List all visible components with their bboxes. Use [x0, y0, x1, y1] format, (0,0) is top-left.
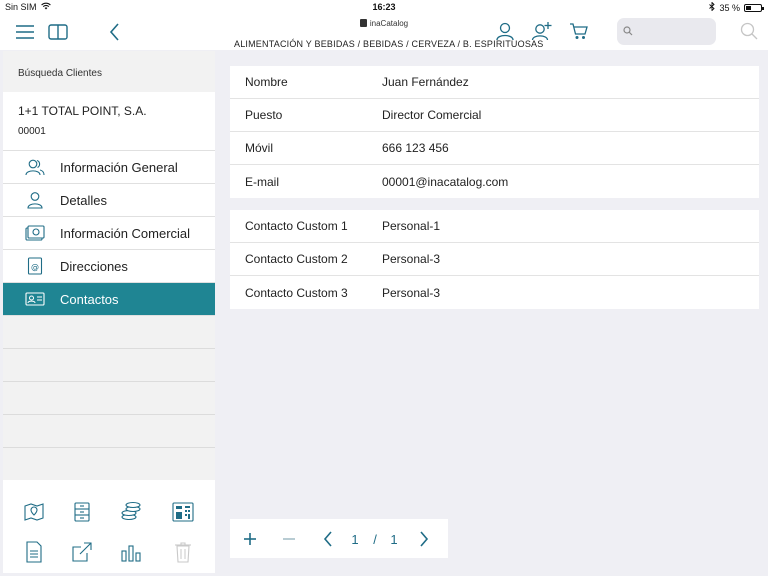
contact-details-card: Nombre Juan Fernández Puesto Director Co…	[230, 66, 759, 198]
sidebar-item-label: Información Comercial	[60, 225, 191, 241]
bluetooth-icon	[709, 1, 716, 13]
field-label: Nombre	[245, 75, 288, 89]
battery-icon	[744, 3, 764, 12]
page-separator: /	[373, 531, 377, 547]
user-icon[interactable]	[494, 20, 516, 42]
sidebar-item-detalles[interactable]: Detalles	[3, 184, 215, 217]
cart-icon[interactable]	[568, 20, 590, 42]
current-page: 1	[351, 531, 359, 547]
field-row-nombre: Nombre Juan Fernández	[230, 66, 759, 99]
sidebar-item-label: Direcciones	[60, 258, 128, 274]
total-pages: 1	[390, 531, 398, 547]
previous-page-icon[interactable]	[319, 529, 337, 549]
sidebar-toolbar	[3, 480, 215, 573]
sidebar-item-informacion-comercial[interactable]: Información Comercial	[3, 217, 215, 250]
search-icon[interactable]	[739, 21, 759, 41]
field-value[interactable]: 00001@inacatalog.com	[382, 175, 759, 189]
person-icon	[25, 190, 45, 210]
users-icon	[25, 157, 45, 177]
money-icon	[25, 223, 45, 243]
custom-row: Contacto Custom 1 Personal-1	[230, 210, 759, 243]
add-user-icon[interactable]	[530, 20, 554, 42]
empty-row	[3, 415, 215, 448]
empty-row	[3, 316, 215, 349]
clock: 16:23	[372, 2, 396, 12]
field-label: Puesto	[245, 108, 283, 122]
field-label: E-mail	[245, 174, 280, 189]
export-icon[interactable]	[70, 540, 94, 564]
battery-label: 35 %	[719, 2, 740, 13]
search-box[interactable]	[617, 18, 717, 45]
custom-row: Contacto Custom 2 Personal-3	[230, 243, 759, 276]
svg-text:@: @	[31, 263, 39, 272]
sidebar-item-contactos[interactable]: Contactos	[3, 283, 215, 316]
status-bar: Sin SIM 16:23 35 %	[0, 0, 768, 14]
field-label: Contacto Custom 2	[245, 252, 348, 266]
field-value: Personal-3	[382, 285, 441, 300]
map-icon[interactable]	[22, 500, 46, 524]
sidebar-item-label: Información General	[60, 159, 178, 175]
document-icon[interactable]	[22, 540, 46, 564]
field-row-puesto: Puesto Director Comercial	[230, 99, 759, 132]
pager: 1 / 1	[230, 519, 448, 558]
custom-row: Contacto Custom 3 Personal-3	[230, 276, 759, 309]
trash-icon[interactable]	[171, 540, 195, 564]
field-value: Personal-1	[382, 219, 441, 233]
empty-row	[3, 349, 215, 382]
contact-custom-card: Contacto Custom 1 Personal-1 Contacto Cu…	[230, 210, 759, 309]
coins-icon[interactable]	[119, 500, 143, 524]
sidebar-title: Búsqueda Clientes	[3, 51, 215, 92]
archive-icon[interactable]	[70, 500, 94, 524]
client-header: 1+1 TOTAL POINT, S.A. 00001	[3, 92, 215, 151]
field-label: Contacto Custom 3	[245, 285, 348, 300]
sidebar: Búsqueda Clientes 1+1 TOTAL POINT, S.A. …	[3, 51, 215, 573]
field-label: Móvil	[245, 141, 274, 155]
search-field-icon	[623, 23, 633, 41]
client-name: 1+1 TOTAL POINT, S.A.	[18, 104, 147, 118]
field-value: Personal-3	[382, 252, 441, 266]
add-icon[interactable]	[240, 529, 260, 549]
calculator-icon[interactable]	[171, 500, 195, 524]
field-row-email: E-mail 00001@inacatalog.com	[230, 165, 759, 198]
client-code: 00001	[18, 126, 46, 137]
remove-icon[interactable]	[279, 529, 299, 549]
bar-chart-icon[interactable]	[119, 540, 143, 564]
sidebar-item-label: Detalles	[60, 192, 107, 208]
sidebar-item-direcciones[interactable]: @ Direcciones	[3, 250, 215, 283]
field-value: Director Comercial	[382, 108, 482, 122]
next-page-icon[interactable]	[415, 529, 433, 549]
search-input[interactable]	[637, 25, 717, 38]
empty-row	[3, 448, 215, 481]
address-book-icon: @	[25, 256, 45, 276]
toolbar: inaCatalog ALIMENTACIÓN Y BEBIDAS / BEBI…	[0, 14, 768, 50]
contact-card-icon	[25, 289, 45, 309]
field-value: Juan Fernández	[382, 75, 469, 89]
sidebar-item-informacion-general[interactable]: Información General	[3, 151, 215, 184]
field-row-movil: Móvil 666 123 456	[230, 132, 759, 165]
field-label: Contacto Custom 1	[245, 219, 348, 233]
field-value[interactable]: 666 123 456	[382, 141, 759, 155]
sidebar-item-label: Contactos	[60, 291, 119, 307]
empty-row	[3, 382, 215, 415]
